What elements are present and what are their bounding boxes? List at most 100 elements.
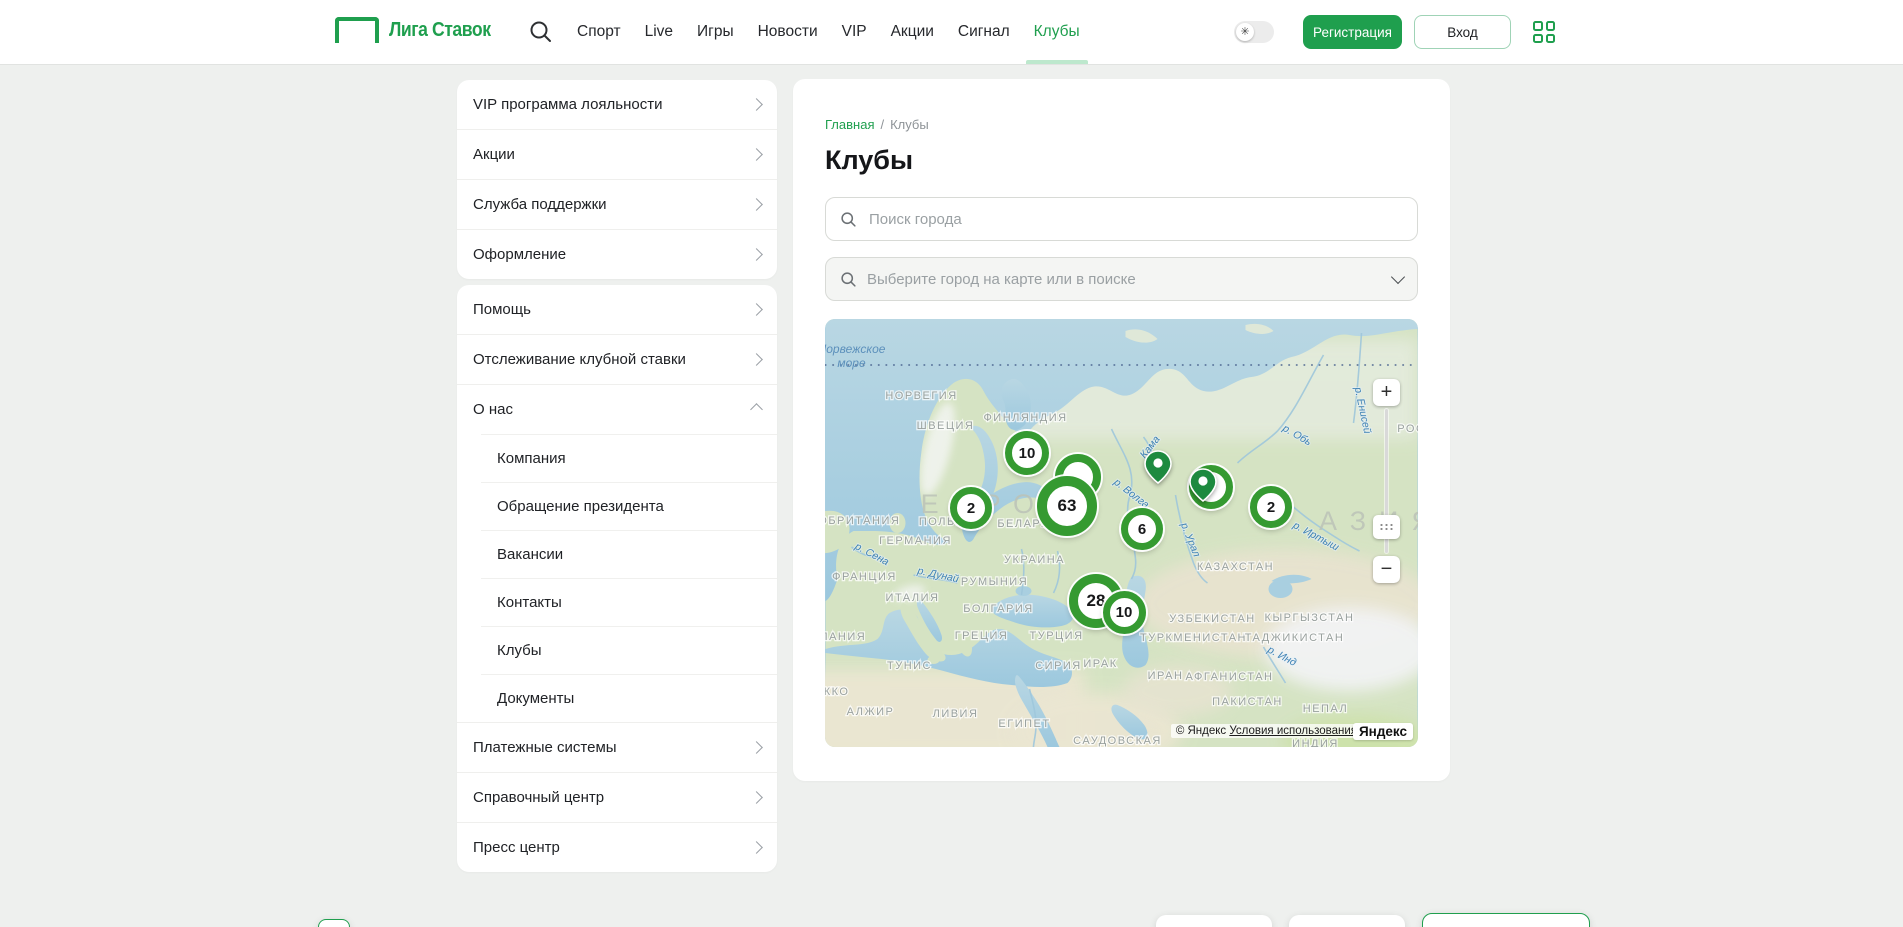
nav-item-Сигнал[interactable]: Сигнал xyxy=(958,0,1010,64)
chevron-right-icon xyxy=(750,248,763,261)
sidebar-item-Обращение президента[interactable]: Обращение президента xyxy=(457,482,777,530)
breadcrumb-separator: / xyxy=(880,117,884,132)
map-attribution: © Яндекс Условия использования xyxy=(1171,724,1362,738)
chevron-up-icon xyxy=(750,403,763,416)
clubs-panel: Главная / Клубы Клубы Выберите город на … xyxy=(793,79,1450,781)
main-nav: Спорт Live Игры Новости VIP Акции Сигнал Клубы xyxy=(577,0,1080,64)
apps-grid-icon[interactable] xyxy=(1533,21,1555,43)
sidebar-item-label: Оформление xyxy=(473,246,566,263)
sidebar-item-Клубы[interactable]: Клубы xyxy=(457,626,777,674)
sidebar-item-Помощь[interactable]: Помощь xyxy=(457,285,777,334)
sidebar-item-Контакты[interactable]: Контакты xyxy=(457,578,777,626)
clubs-map[interactable]: ЕВРОПААЗИЯНОРВЕГИЯШВЕЦИЯФИНЛЯНДИЯВЕЛИКОБ… xyxy=(825,319,1418,747)
sidebar-group: Помощь Отслеживание клубной ставки О нас Ко… xyxy=(457,285,777,872)
logo[interactable]: Лига Ставок xyxy=(335,17,504,43)
header: Лига Ставок Спорт Live Игры Новости VIP Акции… xyxy=(0,0,1903,64)
sidebar-item-label: VIP программа лояльности xyxy=(473,96,663,113)
sidebar-item-Вакансии[interactable]: Вакансии xyxy=(457,530,777,578)
sidebar-item-Документы[interactable]: Документы xyxy=(457,674,777,722)
chevron-right-icon xyxy=(750,741,763,754)
search-icon xyxy=(840,211,857,228)
city-search-field xyxy=(825,197,1418,241)
zoom-slider-handle[interactable] xyxy=(1373,515,1400,539)
chevron-right-icon xyxy=(750,791,763,804)
nav-item-Клубы[interactable]: Клубы xyxy=(1034,0,1080,64)
sidebar-item-Справочный центр[interactable]: Справочный центр xyxy=(457,772,777,822)
sidebar-item-label: Пресс центр xyxy=(473,839,560,856)
sidebar-item-label: Обращение президента xyxy=(497,498,664,515)
sidebar-item-label: Документы xyxy=(497,690,574,707)
chevron-right-icon xyxy=(750,148,763,161)
sidebar-item-label: Служба поддержки xyxy=(473,196,607,213)
nav-item-Игры[interactable]: Игры xyxy=(697,0,734,64)
floating-button-2[interactable] xyxy=(1289,915,1405,927)
terms-link[interactable]: Условия использования xyxy=(1229,725,1357,737)
sidebar-item-Компания[interactable]: Компания xyxy=(457,434,777,482)
map-pin[interactable] xyxy=(1144,450,1172,489)
nav-item-VIP[interactable]: VIP xyxy=(842,0,867,64)
login-button[interactable]: Вход xyxy=(1414,15,1511,49)
map-cluster-2[interactable]: 2 xyxy=(950,487,992,529)
map-cluster-10[interactable]: 10 xyxy=(1005,431,1049,475)
sidebar-item-VIP программа лояльности[interactable]: VIP программа лояльности xyxy=(457,80,777,129)
map-markers-layer: 10263622810 xyxy=(825,319,1418,747)
register-button[interactable]: Регистрация xyxy=(1303,15,1402,49)
sidebar-item-Пресс центр[interactable]: Пресс центр xyxy=(457,822,777,872)
city-select[interactable]: Выберите город на карте или в поиске xyxy=(825,257,1418,301)
sidebar-item-label: Вакансии xyxy=(497,546,563,563)
sidebar-item-label: Акции xyxy=(473,146,515,163)
nav-item-Спорт[interactable]: Спорт xyxy=(577,0,621,64)
breadcrumb-home-link[interactable]: Главная xyxy=(825,117,874,132)
sidebar-item-О нас[interactable]: О нас xyxy=(457,384,777,434)
chevron-right-icon xyxy=(750,841,763,854)
map-cluster-2[interactable]: 2 xyxy=(1250,486,1292,528)
floating-button-left[interactable] xyxy=(318,919,350,927)
breadcrumb-current: Клубы xyxy=(890,117,929,132)
chevron-right-icon xyxy=(750,198,763,211)
theme-toggle[interactable]: ✳ xyxy=(1234,21,1274,43)
sun-icon: ✳ xyxy=(1236,23,1254,41)
city-select-placeholder: Выберите город на карте или в поиске xyxy=(867,271,1383,288)
chevron-right-icon xyxy=(750,98,763,111)
attribution-text: © Яндекс xyxy=(1176,725,1226,737)
sidebar-item-Платежные системы[interactable]: Платежные системы xyxy=(457,722,777,772)
map-cluster-63[interactable]: 63 xyxy=(1037,476,1097,536)
breadcrumb: Главная / Клубы xyxy=(825,117,1418,132)
nav-item-Live[interactable]: Live xyxy=(645,0,673,64)
page: Лига Ставок Спорт Live Игры Новости VIP Акции… xyxy=(0,0,1903,927)
sidebar-item-Отслеживание клубной ставки[interactable]: Отслеживание клубной ставки xyxy=(457,334,777,384)
sidebar-item-label: Платежные системы xyxy=(473,739,617,756)
nav-item-Новости[interactable]: Новости xyxy=(758,0,818,64)
sidebar-item-label: Контакты xyxy=(497,594,562,611)
zoom-in-button[interactable]: + xyxy=(1373,379,1400,406)
sidebar-item-label: О нас xyxy=(473,401,513,418)
map-pin[interactable] xyxy=(1189,468,1217,507)
logo-text: Лига Ставок xyxy=(389,17,491,43)
city-search-input[interactable] xyxy=(867,210,1403,229)
floating-button-3[interactable] xyxy=(1422,913,1590,927)
search-icon xyxy=(840,271,857,288)
sidebar-item-label: Справочный центр xyxy=(473,789,604,806)
floating-button-1[interactable] xyxy=(1156,915,1272,927)
sidebar: VIP программа лояльности Акции Служба подд… xyxy=(457,80,777,872)
sidebar-item-label: Компания xyxy=(497,450,566,467)
chevron-right-icon xyxy=(750,303,763,316)
sidebar-item-Служба поддержки[interactable]: Служба поддержки xyxy=(457,179,777,229)
chevron-down-icon xyxy=(1391,269,1405,283)
sidebar-item-Акции[interactable]: Акции xyxy=(457,129,777,179)
sidebar-item-Оформление[interactable]: Оформление xyxy=(457,229,777,279)
sidebar-item-label: Клубы xyxy=(497,642,542,659)
goal-icon xyxy=(335,17,379,43)
sidebar-item-label: Помощь xyxy=(473,301,531,318)
sidebar-group: VIP программа лояльности Акции Служба подд… xyxy=(457,80,777,279)
search-icon[interactable] xyxy=(528,19,554,45)
page-title: Клубы xyxy=(825,145,1418,176)
map-cluster-6[interactable]: 6 xyxy=(1121,508,1163,550)
yandex-logo[interactable]: Яндекс xyxy=(1353,723,1413,740)
sidebar-item-label: Отслеживание клубной ставки xyxy=(473,351,686,368)
nav-item-Акции[interactable]: Акции xyxy=(891,0,934,64)
map-cluster-10[interactable]: 10 xyxy=(1103,591,1146,634)
chevron-right-icon xyxy=(750,353,763,366)
zoom-out-button[interactable]: − xyxy=(1373,556,1400,583)
grip-dots-icon xyxy=(1379,523,1394,531)
